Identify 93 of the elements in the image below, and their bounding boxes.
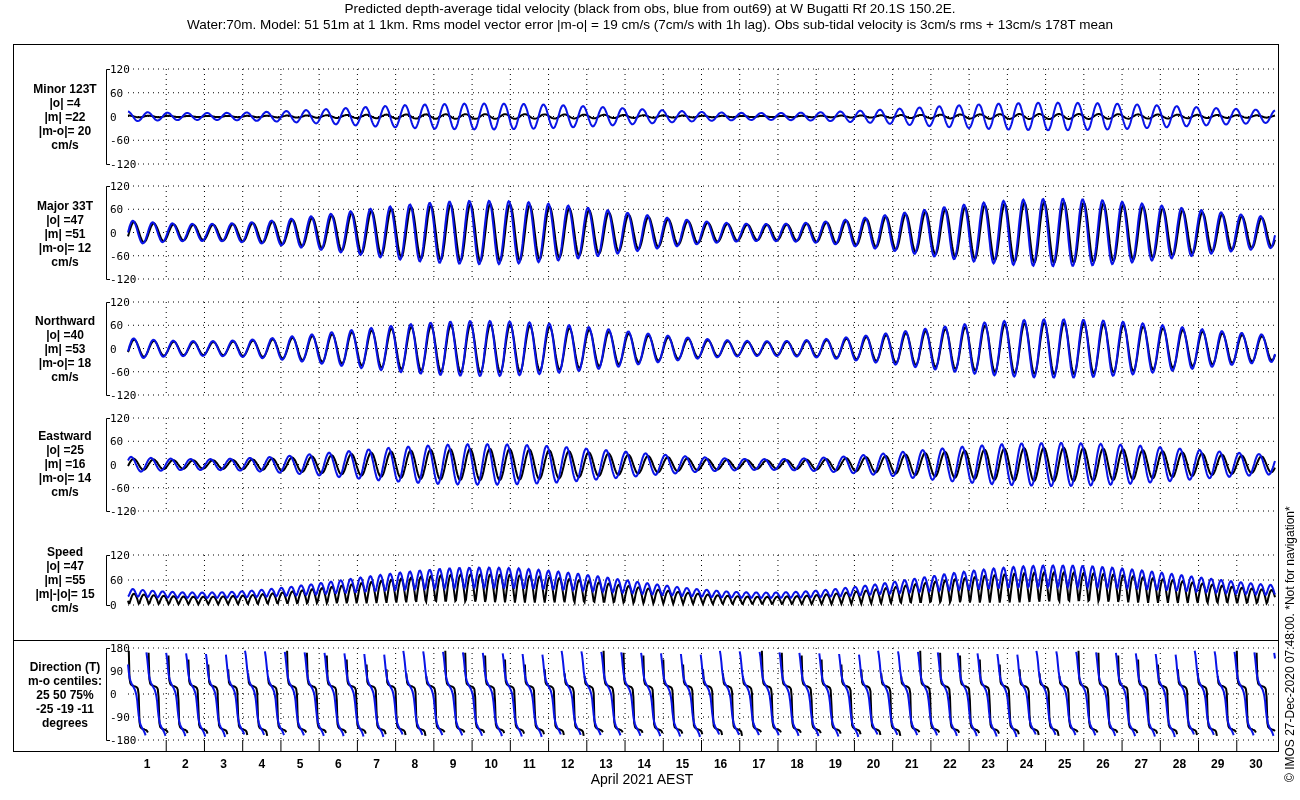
panel-label: |o| =47: [46, 559, 84, 573]
axis-tick-label: -120: [110, 273, 137, 286]
axis-tick-label: 4: [258, 757, 266, 771]
axis-tick-label: 0: [110, 342, 117, 356]
axis-tick-label: 20: [866, 757, 881, 771]
axis-tick-label: -180: [110, 734, 137, 747]
axis-tick-label: 14: [637, 757, 651, 771]
axis-tick-label: 6: [334, 757, 342, 771]
panel-label: |m| =22: [44, 110, 86, 124]
axis-tick-label: 60: [110, 319, 124, 333]
axis-tick-label: 0: [110, 110, 117, 124]
panel-label: m-o centiles:: [28, 674, 102, 688]
axis-tick-label: 18: [790, 757, 804, 771]
axis-tick-label: -60: [110, 249, 130, 263]
axis-title: April 2021 AEST: [590, 771, 694, 787]
axis-tick-label: 5: [296, 757, 304, 771]
axis-tick-label: 22: [943, 757, 957, 771]
axis-tick-label: 17: [752, 757, 766, 771]
panel-label: |o| =40: [46, 328, 84, 342]
panel-label: cm/s: [51, 138, 79, 152]
axis-tick-label: 120: [110, 412, 130, 425]
axis-tick-label: -60: [110, 481, 130, 495]
axis-tick-label: 16: [713, 757, 728, 771]
axis-tick-label: 13: [599, 757, 613, 771]
axis-tick-label: 19: [828, 757, 842, 771]
panel-label: cm/s: [51, 485, 79, 499]
axis-tick-label: 1: [143, 757, 151, 771]
axis-tick-label: 10: [484, 757, 498, 771]
panel-label: Minor 123T: [33, 82, 97, 96]
axis-tick-label: 27: [1134, 757, 1148, 771]
axis-tick-label: 28: [1172, 757, 1187, 771]
axis-tick-label: 24: [1019, 757, 1034, 771]
credit-text: © IMOS 27-Dec-2020 07:48:00. *Not for navigation*: [1283, 506, 1297, 782]
panel-label: Direction (T): [29, 660, 101, 674]
panel-label: Major 33T: [37, 199, 93, 213]
axis-tick-label: 8: [411, 757, 419, 771]
panel-label: Eastward: [38, 429, 92, 443]
axis-tick-label: 60: [110, 86, 124, 100]
axis-tick-label: 60: [110, 574, 124, 587]
axis-tick-label: 9: [449, 757, 457, 771]
axis-tick-label: 120: [110, 296, 130, 309]
panel-label: |m-o|= 12: [38, 241, 92, 255]
panel-label: degrees: [42, 716, 88, 730]
panel-label: |m-o|= 14: [38, 471, 92, 485]
panel-label: |m| =16: [44, 457, 86, 471]
chart-title: Predicted depth-average tidal velocity (black from obs, blue from out69) at W Bugatti Rf 20.1S 150.2E.: [344, 1, 956, 16]
axis-tick-label: -120: [110, 505, 137, 518]
axis-tick-label: 30: [1249, 757, 1263, 771]
axis-tick-label: 11: [523, 757, 536, 771]
axis-tick-label: 120: [110, 63, 130, 76]
panel-label: |m|-|o|= 15: [35, 587, 95, 601]
axis-tick-label: -90: [110, 711, 130, 724]
axis-tick-label: 60: [110, 435, 124, 449]
panel-label: |m| =51: [44, 227, 86, 241]
panel-label: -25 -19 -11: [36, 702, 94, 716]
panel-label: |m-o|= 20: [38, 124, 92, 138]
panel-label: 25 50 75%: [36, 688, 94, 702]
axis-tick-label: 29: [1210, 757, 1225, 771]
axis-tick-label: -60: [110, 365, 130, 379]
axis-bracket: [106, 555, 111, 606]
panel-label: |o| =25: [46, 443, 84, 457]
panel-label: |m| =53: [44, 342, 86, 356]
panel-label: cm/s: [51, 255, 79, 269]
axis-tick-label: 0: [110, 458, 117, 472]
axis-tick-label: -120: [110, 158, 137, 171]
panel-label: Speed: [47, 545, 83, 559]
axis-tick-label: -60: [110, 134, 130, 148]
axis-tick-label: 3: [220, 757, 227, 771]
panel-label: |o| =4: [49, 96, 81, 110]
panel-label: |m| =55: [44, 573, 86, 587]
axis-tick-label: 26: [1096, 757, 1110, 771]
panel-label: |m-o|= 18: [38, 356, 92, 370]
axis-tick-label: -120: [110, 389, 137, 402]
axis-tick-label: 2: [182, 757, 189, 771]
axis-tick-label: 0: [110, 688, 117, 701]
axis-tick-label: 90: [110, 665, 124, 678]
axis-tick-label: 7: [373, 757, 380, 771]
axis-tick-label: 25: [1058, 757, 1072, 771]
chart-title: Water:70m. Model: 51 51m at 1 1km. Rms model vector error |m-o| = 19 cm/s (7cm/s with 1h lag). Obs sub-tidal velocity is 3cm/s rms + 13cm/s 178T mean: [186, 17, 1114, 32]
axis-tick-label: 15: [675, 757, 690, 771]
axis-tick-label: 180: [110, 642, 130, 655]
panel-label: cm/s: [51, 601, 79, 615]
axis-tick-label: 21: [905, 757, 919, 771]
axis-tick-label: 0: [110, 599, 117, 612]
panel-label: |o| =47: [46, 213, 84, 227]
axis-tick-label: 120: [110, 180, 130, 193]
panel-label: cm/s: [51, 370, 79, 384]
axis-tick-label: 23: [981, 757, 995, 771]
panel-label: Northward: [35, 314, 95, 328]
axis-tick-label: 12: [561, 757, 575, 771]
axis-tick-label: 0: [110, 226, 117, 240]
axis-tick-label: 60: [110, 203, 124, 217]
axis-tick-label: 120: [110, 549, 130, 562]
